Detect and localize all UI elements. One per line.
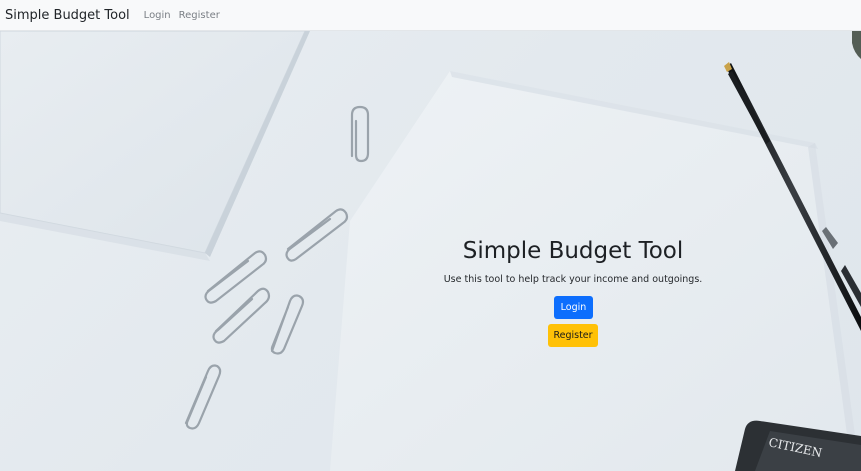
page-title: Simple Budget Tool bbox=[462, 238, 684, 264]
hero-section: CITIZEN Simple Budget Tool Use this tool… bbox=[0, 31, 861, 471]
page-subtitle: Use this tool to help track your income … bbox=[443, 274, 703, 285]
navbar-brand[interactable]: Simple Budget Tool bbox=[5, 8, 130, 23]
hero-content: Simple Budget Tool Use this tool to help… bbox=[0, 31, 861, 471]
nav-link-register[interactable]: Register bbox=[179, 10, 220, 21]
nav-link-login[interactable]: Login bbox=[144, 10, 171, 21]
register-button[interactable]: Register bbox=[548, 324, 598, 347]
top-navbar: Simple Budget Tool Login Register bbox=[0, 0, 861, 31]
login-button[interactable]: Login bbox=[554, 296, 593, 319]
